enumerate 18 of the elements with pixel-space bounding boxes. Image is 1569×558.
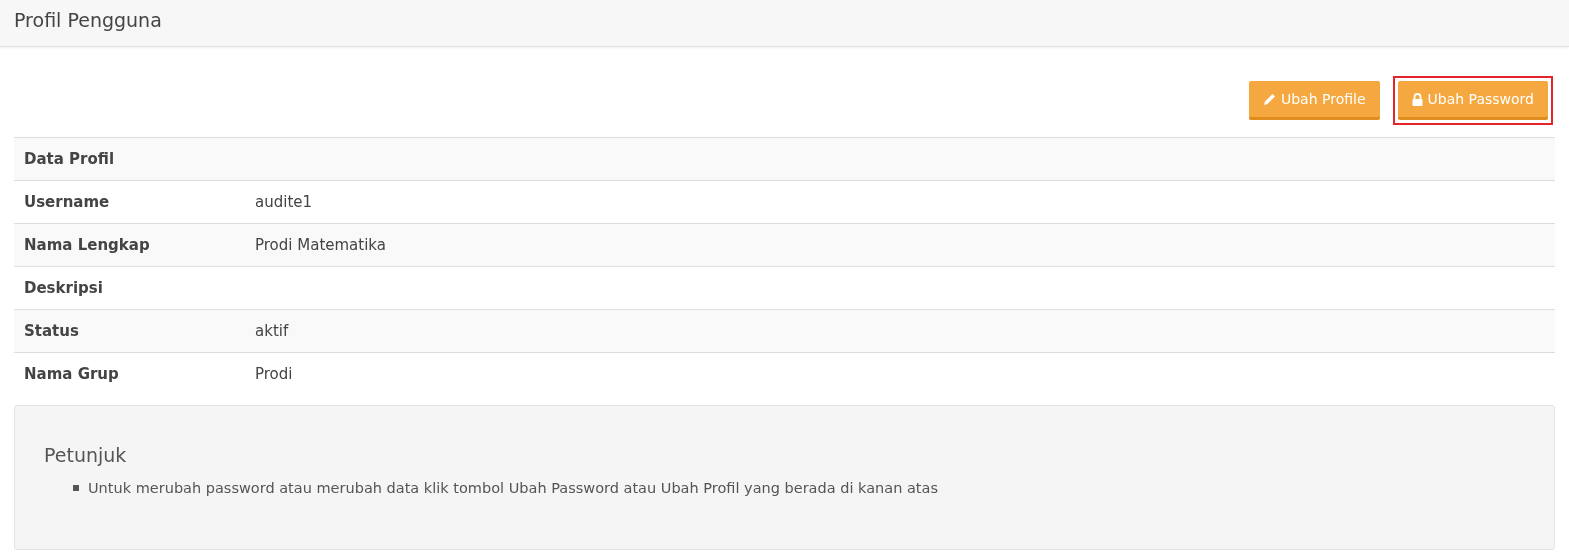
field-value: aktif [254, 322, 290, 340]
pencil-icon [1263, 92, 1276, 106]
table-heading: Data Profil [23, 150, 116, 168]
field-value: Prodi [254, 365, 294, 383]
field-label: Nama Grup [23, 365, 120, 383]
field-label: Deskripsi [23, 279, 104, 297]
field-label: Status [23, 322, 80, 340]
edit-profile-button[interactable]: Ubah Profile [1249, 81, 1380, 120]
page-title: Profil Pengguna [14, 9, 162, 31]
change-password-button[interactable]: Ubah Password [1397, 81, 1548, 120]
field-label: Nama Lengkap [23, 236, 151, 254]
field-value: Prodi Matematika [254, 236, 387, 254]
bullet-icon [73, 485, 79, 491]
hint-title: Petunjuk [44, 444, 128, 466]
field-label: Username [23, 193, 111, 211]
lock-icon [1411, 92, 1423, 106]
hint-text: Untuk merubah password atau merubah data klik tombol Ubah Password atau Ubah Profil yang berada di kanan atas [88, 480, 938, 496]
field-value: audite1 [254, 193, 314, 211]
